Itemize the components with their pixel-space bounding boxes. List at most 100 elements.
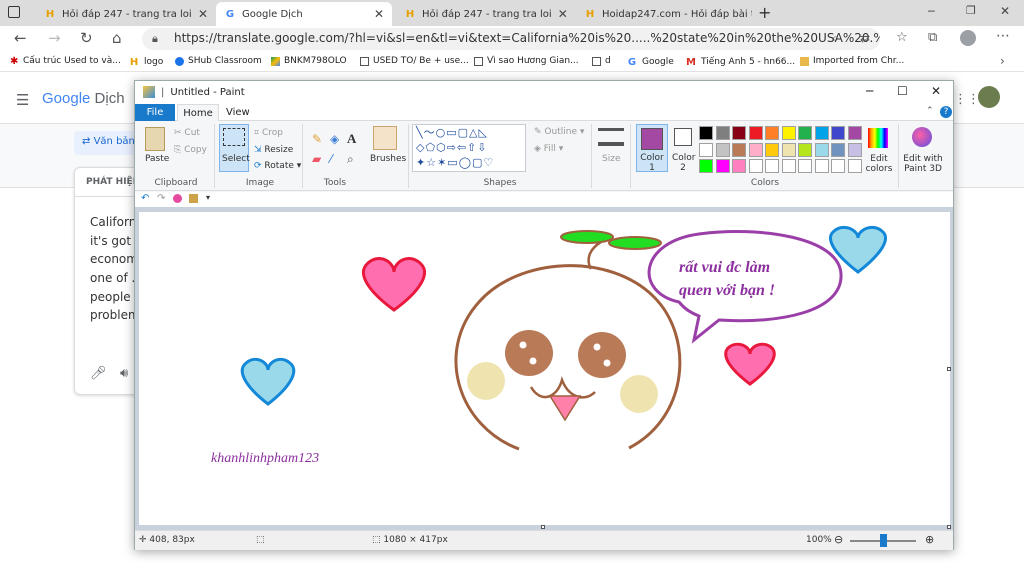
- palette-swatch[interactable]: [798, 142, 812, 157]
- refresh-icon[interactable]: ↻: [80, 29, 93, 47]
- palette-swatch[interactable]: [847, 126, 862, 140]
- more-icon[interactable]: ⋯: [996, 28, 1010, 44]
- chevron-right-icon[interactable]: ›: [1000, 54, 1005, 68]
- tab-home[interactable]: Home: [177, 104, 219, 122]
- rotate-button[interactable]: ⟳ Rotate ▾: [254, 161, 301, 171]
- speaker-icon[interactable]: 🔊︎: [120, 366, 128, 381]
- color-picker-icon[interactable]: ⁄: [330, 152, 332, 166]
- palette-swatch[interactable]: [748, 126, 763, 140]
- palette-swatch[interactable]: [732, 159, 746, 173]
- palette-swatch[interactable]: [831, 159, 845, 173]
- palette-swatch[interactable]: [715, 126, 730, 140]
- palette-swatch[interactable]: [831, 126, 845, 140]
- shapes-gallery[interactable]: ╲〜○▭▢△◺ ◇⬠⬡⇨⇦⇧⇩ ✦☆✶▭◯▢♡: [412, 124, 526, 172]
- palette-swatch[interactable]: [748, 142, 763, 157]
- text-tool-icon[interactable]: A: [347, 131, 356, 147]
- bookmark-item[interactable]: G Google: [626, 56, 674, 68]
- palette-swatch[interactable]: [798, 126, 812, 140]
- forward-icon[interactable]: →: [48, 29, 61, 47]
- edit-colors-button[interactable]: Edit colors: [862, 154, 896, 174]
- fill-button[interactable]: ◈ Fill ▾: [534, 144, 563, 154]
- back-icon[interactable]: ←: [14, 29, 27, 47]
- eraser-icon[interactable]: ▰: [312, 152, 321, 166]
- palette-swatch[interactable]: [699, 159, 713, 173]
- resize-handle[interactable]: [541, 525, 545, 529]
- edit-colors-icon[interactable]: [868, 128, 888, 148]
- minimize-icon[interactable]: ─: [928, 5, 935, 18]
- close-icon[interactable]: ✕: [558, 7, 568, 21]
- resize-handle[interactable]: [947, 367, 951, 371]
- bookmark-item[interactable]: USED TO/ Be + use...: [360, 56, 469, 66]
- tab-google-dich[interactable]: G Google Dịch ✕: [216, 2, 392, 26]
- palette-swatch[interactable]: [715, 159, 730, 173]
- new-tab-button[interactable]: +: [758, 3, 771, 22]
- bookmark-item[interactable]: M Tiếng Anh 5 - hn66...: [685, 56, 795, 68]
- bookmark-folder[interactable]: Imported from Chr...: [800, 56, 904, 66]
- resize-button[interactable]: ⇲ Resize: [254, 145, 293, 155]
- fill-icon[interactable]: ◈: [330, 132, 339, 146]
- crop-button[interactable]: ⌗ Crop: [254, 128, 283, 138]
- help-icon[interactable]: ?: [940, 106, 952, 118]
- translate-page-icon[interactable]: ⇄: [860, 31, 870, 45]
- close-icon[interactable]: ✕: [198, 7, 208, 21]
- favorites-icon[interactable]: ☆: [896, 30, 908, 45]
- palette-swatch[interactable]: [748, 159, 763, 173]
- outline-button[interactable]: ✎ Outline ▾: [534, 127, 584, 137]
- apps-icon[interactable]: ⋮⋮: [954, 92, 980, 107]
- tab-hoidap-2[interactable]: H Hỏi đáp 247 - trang tra loi ✕: [396, 2, 572, 26]
- restore-icon[interactable]: ❐: [966, 4, 976, 17]
- home-icon[interactable]: ⌂: [112, 29, 122, 47]
- tab-hoidap-3[interactable]: H Hoidap247.com - Hỏi đáp bài tậ ✕: [576, 2, 752, 26]
- paint3d-small-icon[interactable]: [173, 194, 182, 203]
- tab-hoidap-1[interactable]: H Hỏi đáp 247 - trang tra loi ✕: [36, 2, 216, 26]
- close-icon[interactable]: ✕: [374, 7, 384, 21]
- bookmark-item[interactable]: SHub Classroom: [175, 56, 262, 66]
- edit-paint3d-button[interactable]: Edit with Paint 3D: [902, 154, 944, 174]
- palette-swatch[interactable]: [715, 142, 730, 157]
- search-icon[interactable]: ⌕: [832, 31, 839, 46]
- palette-swatch[interactable]: [781, 126, 796, 140]
- zoom-in-icon[interactable]: ⊕: [925, 533, 934, 546]
- palette-swatch[interactable]: [781, 159, 796, 173]
- palette-swatch[interactable]: [765, 142, 779, 157]
- palette-swatch[interactable]: [699, 126, 713, 140]
- copy-button[interactable]: ⎘ Copy: [174, 145, 207, 155]
- collections-icon[interactable]: ⧉: [928, 30, 937, 45]
- paste-icon[interactable]: [145, 127, 165, 151]
- palette-swatch[interactable]: [814, 126, 829, 140]
- drawing-canvas[interactable]: rất vui đc làm quen với bạn ! khanhlinhp…: [139, 212, 950, 525]
- cut-button[interactable]: ✂ Cut: [174, 128, 200, 138]
- collapse-ribbon-icon[interactable]: ⌃: [926, 106, 934, 116]
- paste-button[interactable]: Paste: [145, 154, 169, 164]
- close-window-icon[interactable]: ✕: [1000, 4, 1010, 18]
- brushes-button[interactable]: Brushes: [370, 154, 406, 164]
- palette-swatch[interactable]: [814, 142, 829, 157]
- address-bar[interactable]: https://translate.google.com/?hl=vi&sl=e…: [142, 28, 880, 50]
- redo-icon[interactable]: ↷: [157, 193, 165, 204]
- bookmark-item[interactable]: ✱ Cấu trúc Used to và...: [10, 56, 121, 66]
- palette-swatch[interactable]: [732, 142, 746, 157]
- palette-swatch[interactable]: [814, 159, 829, 173]
- palette-swatch[interactable]: [831, 142, 845, 157]
- paint-minimize-icon[interactable]: ─: [866, 84, 873, 98]
- paint3d-icon[interactable]: [912, 127, 932, 147]
- zoom-out-icon[interactable]: ⊖: [834, 533, 843, 546]
- resize-handle[interactable]: [947, 525, 951, 529]
- palette-swatch[interactable]: [765, 126, 779, 140]
- palette-swatch[interactable]: [699, 142, 713, 157]
- zoom-slider-thumb[interactable]: [880, 534, 887, 547]
- size-icon[interactable]: [598, 128, 624, 146]
- palette-swatch[interactable]: [732, 126, 746, 140]
- paste-small-icon[interactable]: [189, 194, 198, 203]
- text-mode-button[interactable]: ⇄ Văn bản: [74, 131, 138, 155]
- bookmark-item[interactable]: Vì sao Hương Gian...: [474, 56, 579, 66]
- color2-swatch[interactable]: [674, 128, 692, 146]
- size-button[interactable]: Size: [602, 154, 620, 164]
- tab-actions-icon[interactable]: [8, 6, 20, 18]
- user-avatar[interactable]: [978, 86, 1000, 108]
- palette-swatch[interactable]: [781, 142, 796, 157]
- palette-swatch[interactable]: [798, 159, 812, 173]
- microphone-icon[interactable]: 🎤︎: [90, 366, 107, 381]
- menu-icon[interactable]: ☰: [16, 91, 29, 109]
- paint-maximize-icon[interactable]: ☐: [897, 84, 908, 98]
